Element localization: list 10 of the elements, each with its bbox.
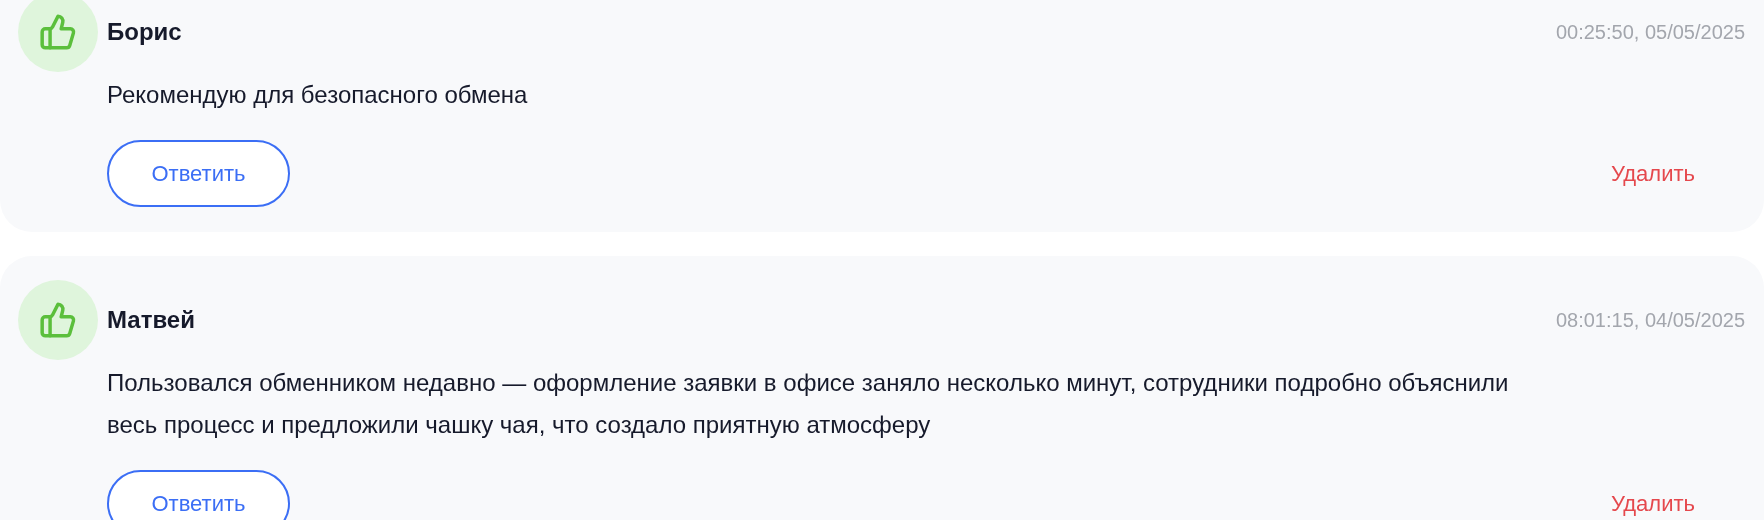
reply-button[interactable]: Ответить [107,470,290,520]
review-text: Рекомендую для безопасного обмена [107,80,529,110]
author-name: Матвей [107,305,195,335]
review-text: Пользовался обменником недавно — оформление заявки в офисе заняло несколько минут, сотрудники подробно объяснили весь процесс и предложили чашку чая, что создало приятную атмосферу [107,368,1510,440]
delete-link[interactable]: Удалить [1611,487,1695,520]
review-time: 08:01:15, 04/05/2025 [1555,308,1745,333]
author-name: Борис [107,17,182,47]
reply-button[interactable]: Ответить [107,140,290,207]
review-time: 00:25:50, 05/05/2025 [1555,20,1745,45]
delete-link[interactable]: Удалить [1611,157,1695,190]
